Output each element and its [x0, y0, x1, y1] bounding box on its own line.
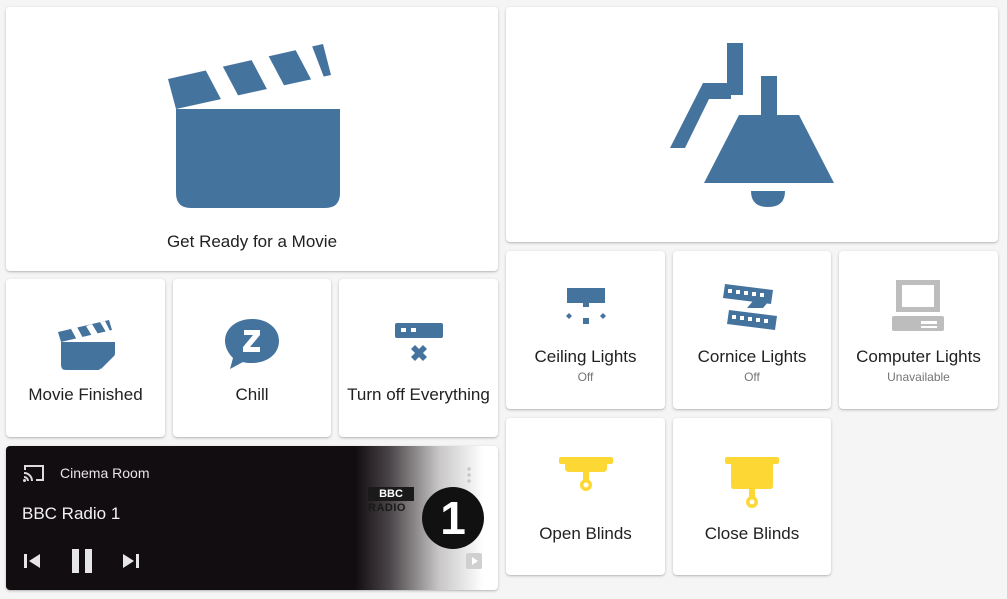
media-player-card[interactable]: Cinema Room BBC Radio 1 BBC RADIO 1 [6, 446, 498, 590]
clapperboard-check-icon [57, 319, 117, 373]
blinds-open-card[interactable]: Open Blinds [506, 418, 665, 575]
scene-chill-card[interactable]: Chill [173, 279, 331, 437]
light-ceiling-card[interactable]: Ceiling Lights Off [506, 251, 665, 409]
media-track-title: BBC Radio 1 [22, 504, 121, 523]
light-label: Ceiling Lights [534, 347, 637, 366]
bbc-logo-radio: RADIO [368, 502, 406, 514]
blinds-closed-icon [725, 456, 779, 512]
bbc-radio-logo: BBC RADIO [368, 487, 414, 514]
skip-next-icon[interactable] [122, 552, 140, 570]
blinds-label: Close Blinds [704, 524, 800, 543]
clapperboard-icon [165, 43, 341, 219]
desktop-classic-icon [891, 279, 945, 333]
scene-label: Movie Finished [28, 385, 143, 404]
play-box-icon[interactable] [465, 552, 483, 570]
scene-turn-off-everything-card[interactable]: Turn off Everything [339, 279, 498, 437]
scene-label: Get Ready for a Movie [166, 232, 338, 251]
light-cornice-card[interactable]: Cornice Lights Off [673, 251, 831, 409]
blinds-label: Open Blinds [539, 524, 632, 543]
scene-label: Chill [235, 385, 269, 404]
light-computer-card[interactable]: Computer Lights Unavailable [839, 251, 998, 409]
media-room-name: Cinema Room [60, 465, 150, 481]
blinds-open-icon [559, 456, 613, 496]
cast-icon[interactable] [22, 463, 46, 483]
light-state: Unavailable [887, 370, 950, 384]
bbc-logo-letter: BBC [368, 487, 414, 501]
more-vert-icon[interactable] [466, 466, 472, 484]
pause-icon[interactable] [70, 548, 94, 574]
radio-one-badge: 1 [422, 487, 484, 549]
chat-z-icon [224, 318, 280, 370]
skip-previous-icon[interactable] [23, 552, 41, 570]
scene-label: Turn off Everything [347, 385, 490, 404]
scene-get-ready-movie-card[interactable]: Get Ready for a Movie [6, 7, 498, 271]
led-strip-icon [723, 281, 779, 333]
light-state: Off [744, 370, 760, 384]
scene-movie-finished-card[interactable]: Movie Finished [6, 279, 165, 437]
light-state: Off [577, 370, 594, 384]
light-label: Computer Lights [856, 347, 981, 366]
strip-off-icon [394, 322, 444, 370]
blinds-close-card[interactable]: Close Blinds [673, 418, 831, 575]
light-label: Cornice Lights [697, 347, 807, 366]
ceiling-light-icon [563, 287, 609, 327]
scene-ceiling-lamp-card[interactable] [506, 7, 998, 242]
ceiling-lamp-icon [669, 43, 839, 213]
